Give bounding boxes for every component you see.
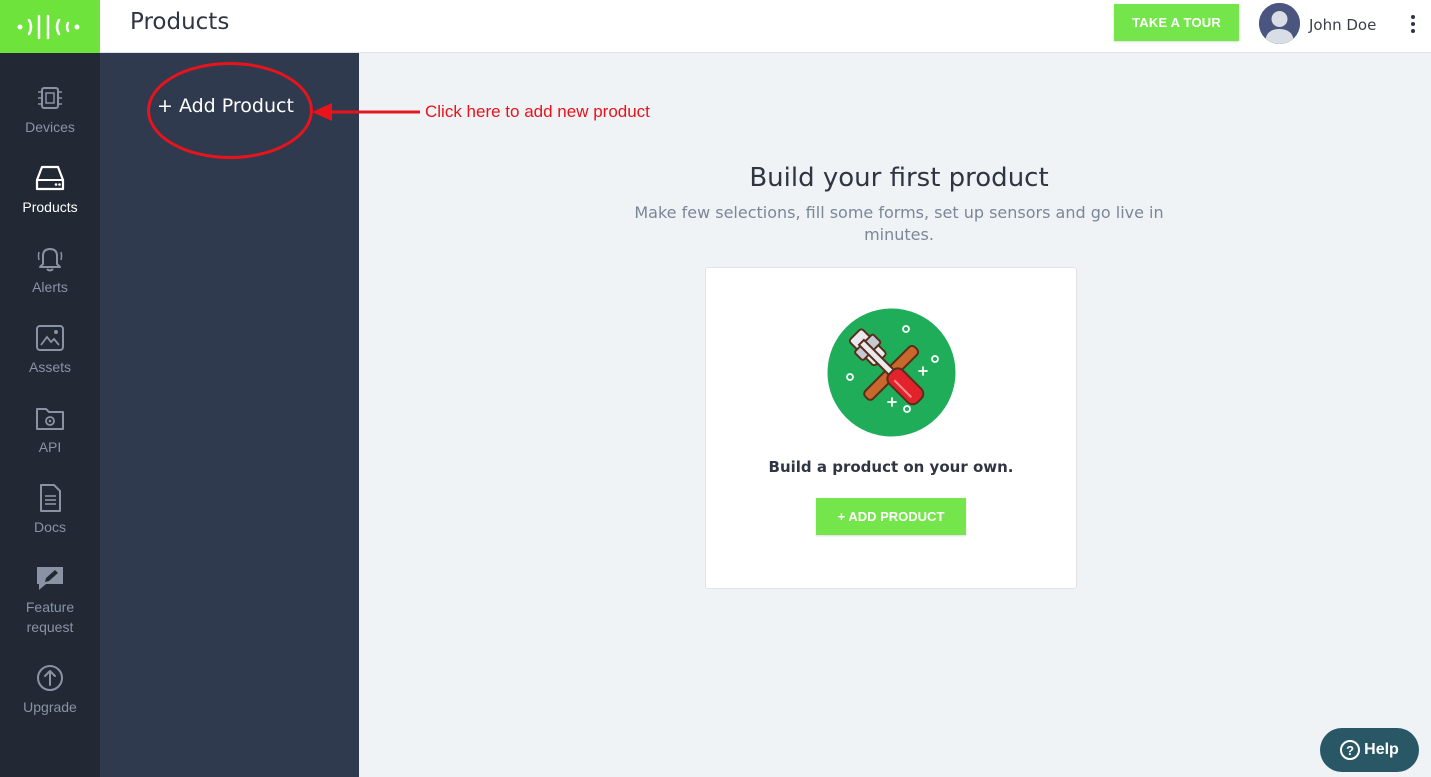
help-button[interactable]: ? Help — [1320, 728, 1419, 772]
document-icon — [33, 481, 67, 515]
nav-item-api[interactable]: API — [0, 401, 100, 457]
upgrade-icon — [33, 661, 67, 695]
nav-item-feature-request[interactable]: Feature request — [0, 561, 100, 637]
annotation-circle — [147, 62, 313, 159]
nav-item-devices[interactable]: Devices — [0, 81, 100, 137]
chip-icon — [33, 81, 67, 115]
take-a-tour-button[interactable]: TAKE A TOUR — [1114, 4, 1239, 41]
user-avatar-icon — [1259, 3, 1300, 44]
nav-item-assets[interactable]: Assets — [0, 321, 100, 377]
build-product-card: Build a product on your own. + ADD PRODU… — [705, 267, 1077, 589]
nav-label: Devices — [25, 119, 75, 135]
feedback-icon — [33, 561, 67, 595]
nav-item-upgrade[interactable]: Upgrade — [0, 661, 100, 717]
main-nav-rail: Devices Products Alerts Assets API Docs — [0, 53, 100, 777]
nav-label: API — [38, 439, 62, 455]
nav-item-docs[interactable]: Docs — [0, 481, 100, 537]
top-bar: Products TAKE A TOUR John Doe — [0, 0, 1431, 53]
card-description: Build a product on your own. — [768, 458, 1014, 476]
user-name[interactable]: John Doe — [1309, 16, 1376, 34]
empty-state-title: Build your first product — [749, 163, 1049, 193]
signal-logo-icon — [17, 14, 80, 39]
nav-label: Products — [22, 199, 78, 215]
drive-icon — [33, 161, 67, 195]
nav-label: Feature request — [25, 599, 75, 635]
annotation-text: Click here to add new product — [425, 102, 650, 121]
annotation-arrow-icon — [312, 103, 420, 121]
nav-item-products[interactable]: Products — [0, 161, 100, 217]
nav-label: Assets — [28, 359, 71, 375]
nav-item-alerts[interactable]: Alerts — [0, 241, 100, 297]
nav-label: Docs — [34, 519, 66, 535]
help-label: Help — [1364, 741, 1399, 758]
add-product-button[interactable]: + ADD PRODUCT — [816, 498, 966, 535]
nav-label: Upgrade — [23, 699, 77, 715]
page-title: Products — [130, 9, 230, 35]
nav-label: Alerts — [32, 279, 68, 295]
image-icon — [33, 321, 67, 355]
app-logo[interactable] — [0, 0, 100, 53]
user-avatar[interactable] — [1259, 3, 1300, 44]
question-circle-icon: ? — [1340, 740, 1361, 760]
folder-gear-icon — [33, 401, 67, 435]
tools-illustration-icon — [827, 308, 956, 437]
more-options-icon[interactable] — [1405, 13, 1421, 35]
empty-state-subtitle: Make few selections, fill some forms, se… — [634, 203, 1164, 244]
products-sidebar: + Add Product — [100, 53, 359, 777]
bell-icon — [33, 241, 67, 275]
